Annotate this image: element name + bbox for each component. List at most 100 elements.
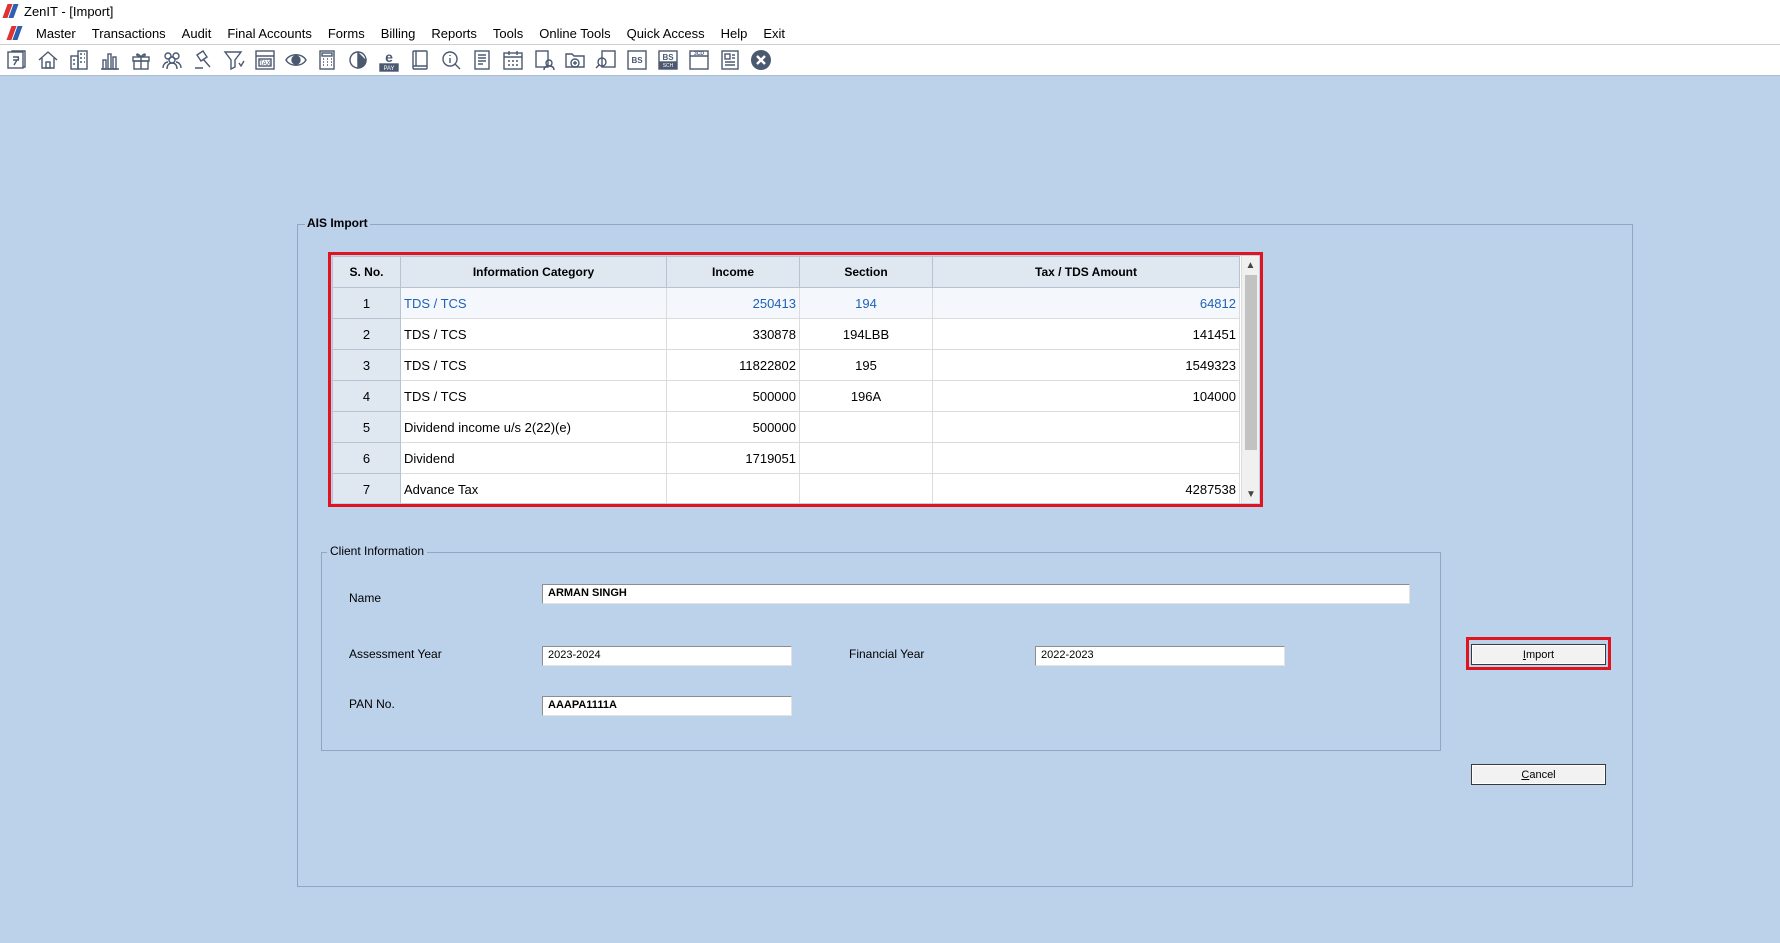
- rupee-doc-icon[interactable]: [3, 46, 31, 74]
- cell-sno: 2: [332, 318, 401, 350]
- bs-icon-label: BS: [631, 56, 643, 65]
- cell-amount[interactable]: 64812: [932, 287, 1240, 319]
- cell-category[interactable]: Advance Tax: [400, 473, 667, 503]
- svg-text:e: e: [385, 49, 393, 65]
- cell-category[interactable]: Dividend income u/s 2(22)(e): [400, 411, 667, 443]
- cell-section[interactable]: [799, 411, 933, 443]
- cell-amount[interactable]: 4287538: [932, 473, 1240, 503]
- import-button[interactable]: Import: [1471, 644, 1606, 665]
- tax-icon[interactable]: TAX: [251, 46, 279, 74]
- menu-online-tools[interactable]: Online Tools: [531, 26, 618, 41]
- col-header-income[interactable]: Income: [666, 256, 800, 288]
- cell-category[interactable]: TDS / TCS: [400, 380, 667, 412]
- table-row[interactable]: 4 TDS / TCS 500000 196A 104000: [332, 380, 1240, 412]
- name-field[interactable]: ARMAN SINGH: [542, 584, 1410, 604]
- cell-section[interactable]: [799, 442, 933, 474]
- window-title: ZenIT - [Import]: [24, 3, 114, 19]
- menu-transactions[interactable]: Transactions: [84, 26, 174, 41]
- cell-section[interactable]: 194: [799, 287, 933, 319]
- cell-category[interactable]: TDS / TCS: [400, 287, 667, 319]
- pan-field[interactable]: AAAPA1111A: [542, 696, 792, 716]
- financial-year-field[interactable]: 2022-2023: [1035, 646, 1285, 666]
- cell-amount[interactable]: 1549323: [932, 349, 1240, 381]
- scroll-up-icon[interactable]: ▲: [1242, 256, 1259, 274]
- table-row[interactable]: 7 Advance Tax 4287538: [332, 473, 1240, 503]
- 3cd-icon-label: 3CD: [694, 51, 704, 57]
- col-header-sno[interactable]: S. No.: [332, 256, 401, 288]
- cell-amount[interactable]: 104000: [932, 380, 1240, 412]
- user-doc-icon[interactable]: [530, 46, 558, 74]
- table-row[interactable]: 1 TDS / TCS 250413 194 64812: [332, 287, 1240, 319]
- assessment-year-field[interactable]: 2023-2024: [542, 646, 792, 666]
- cell-section[interactable]: 194LBB: [799, 318, 933, 350]
- epay-icon[interactable]: e PAY: [375, 46, 403, 74]
- menu-exit[interactable]: Exit: [755, 26, 793, 41]
- cell-amount[interactable]: 141451: [932, 318, 1240, 350]
- menu-forms[interactable]: Forms: [320, 26, 373, 41]
- cell-income[interactable]: 11822802: [666, 349, 800, 381]
- menu-tools[interactable]: Tools: [485, 26, 531, 41]
- cell-sno: 3: [332, 349, 401, 381]
- col-header-amount[interactable]: Tax / TDS Amount: [932, 256, 1240, 288]
- list-doc-icon[interactable]: [468, 46, 496, 74]
- gavel-icon[interactable]: [189, 46, 217, 74]
- eye-icon[interactable]: [282, 46, 310, 74]
- doc-search-icon[interactable]: [592, 46, 620, 74]
- building-icon[interactable]: [65, 46, 93, 74]
- close-circle-icon[interactable]: [747, 46, 775, 74]
- book-icon[interactable]: [406, 46, 434, 74]
- table-row[interactable]: 6 Dividend 1719051: [332, 442, 1240, 474]
- menu-billing[interactable]: Billing: [373, 26, 424, 41]
- cell-category[interactable]: Dividend: [400, 442, 667, 474]
- menu-audit[interactable]: Audit: [174, 26, 220, 41]
- scroll-thumb[interactable]: [1245, 275, 1257, 450]
- table-row[interactable]: 2 TDS / TCS 330878 194LBB 141451: [332, 318, 1240, 350]
- home-icon[interactable]: [34, 46, 62, 74]
- folder-add-icon[interactable]: [561, 46, 589, 74]
- table-row[interactable]: 3 TDS / TCS 11822802 195 1549323: [332, 349, 1240, 381]
- filter-icon[interactable]: [220, 46, 248, 74]
- bs-icon[interactable]: BS: [623, 46, 651, 74]
- pan-label: PAN No.: [349, 697, 395, 711]
- table-header-row: S. No. Information Category Income Secti…: [332, 256, 1240, 288]
- cell-income[interactable]: [666, 473, 800, 503]
- table-row[interactable]: 5 Dividend income u/s 2(22)(e) 500000: [332, 411, 1240, 443]
- cell-amount[interactable]: [932, 442, 1240, 474]
- calendar-icon[interactable]: [499, 46, 527, 74]
- menu-help[interactable]: Help: [713, 26, 756, 41]
- cell-amount[interactable]: [932, 411, 1240, 443]
- ais-grid[interactable]: S. No. Information Category Income Secti…: [332, 256, 1259, 503]
- grid-vertical-scrollbar[interactable]: ▲ ▼: [1241, 256, 1259, 503]
- menu-reports[interactable]: Reports: [423, 26, 485, 41]
- cancel-button[interactable]: Cancel: [1471, 764, 1606, 785]
- cell-income[interactable]: 250413: [666, 287, 800, 319]
- col-header-category[interactable]: Information Category: [400, 256, 667, 288]
- bs-sch-icon[interactable]: BS SCH: [654, 46, 682, 74]
- cell-section[interactable]: [799, 473, 933, 503]
- calculator-icon[interactable]: [313, 46, 341, 74]
- 3cd-icon[interactable]: 3CD: [685, 46, 713, 74]
- cell-sno: 6: [332, 442, 401, 474]
- menu-quick-access[interactable]: Quick Access: [619, 26, 713, 41]
- cell-category[interactable]: TDS / TCS: [400, 349, 667, 381]
- cell-income[interactable]: 500000: [666, 411, 800, 443]
- cell-income[interactable]: 1719051: [666, 442, 800, 474]
- menu-bar: Master Transactions Audit Final Accounts…: [0, 22, 1780, 44]
- cell-income[interactable]: 500000: [666, 380, 800, 412]
- zenit-menu-logo-icon[interactable]: [8, 26, 22, 40]
- col-header-section[interactable]: Section: [799, 256, 933, 288]
- report-icon[interactable]: [716, 46, 744, 74]
- menu-final-accounts[interactable]: Final Accounts: [219, 26, 320, 41]
- cell-category[interactable]: TDS / TCS: [400, 318, 667, 350]
- cell-section[interactable]: 195: [799, 349, 933, 381]
- cell-income[interactable]: 330878: [666, 318, 800, 350]
- scroll-down-icon[interactable]: ▼: [1242, 485, 1259, 503]
- bar-chart-icon[interactable]: [96, 46, 124, 74]
- menu-master[interactable]: Master: [28, 26, 84, 41]
- info-search-icon[interactable]: [437, 46, 465, 74]
- users-icon[interactable]: [158, 46, 186, 74]
- zenit-logo-icon: [4, 4, 18, 18]
- pie-chart-icon[interactable]: [344, 46, 372, 74]
- cell-section[interactable]: 196A: [799, 380, 933, 412]
- gift-icon[interactable]: [127, 46, 155, 74]
